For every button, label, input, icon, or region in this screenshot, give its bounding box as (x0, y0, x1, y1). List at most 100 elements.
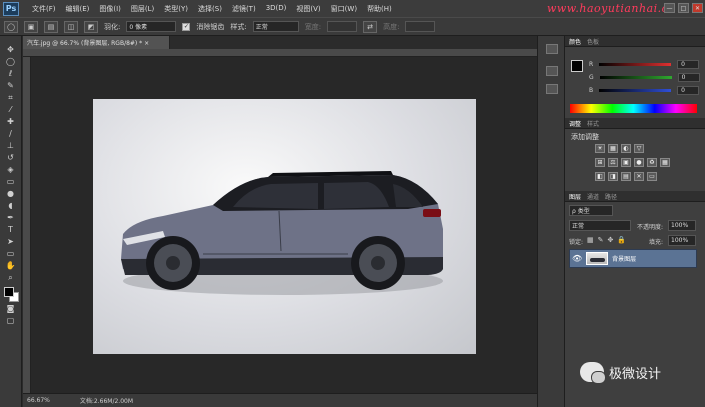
menu-window[interactable]: 窗口(W) (326, 4, 362, 14)
color-fg-swatch[interactable] (571, 60, 583, 72)
antialias-checkbox[interactable]: ✓ (182, 22, 191, 31)
brush-tool-icon[interactable]: ∕ (3, 128, 19, 139)
properties-panel-icon[interactable] (546, 66, 558, 76)
menu-file[interactable]: 文件(F) (27, 4, 61, 14)
path-selection-tool-icon[interactable]: ➤ (3, 236, 19, 247)
lasso-tool-icon[interactable]: ℓ (3, 68, 19, 79)
healing-brush-tool-icon[interactable]: ✚ (3, 116, 19, 127)
black-white-icon[interactable]: ▣ (621, 158, 631, 167)
screen-mode-icon[interactable]: ▢ (3, 315, 19, 326)
blue-value[interactable]: 0 (677, 86, 700, 95)
menu-layer[interactable]: 图层(L) (126, 4, 159, 14)
selective-color-icon[interactable]: ✕ (634, 172, 644, 181)
minimize-icon[interactable]: — (664, 3, 675, 13)
blue-slider[interactable] (599, 89, 672, 92)
posterize-icon[interactable]: ◨ (608, 172, 618, 181)
tab-swatches[interactable]: 色板 (587, 37, 599, 46)
type-tool-icon[interactable]: T (3, 224, 19, 235)
tab-color[interactable]: 颜色 (569, 37, 581, 46)
info-panel-icon[interactable] (546, 84, 558, 94)
menu-help[interactable]: 帮助(H) (362, 4, 397, 14)
history-panel-icon[interactable] (546, 44, 558, 54)
menu-view[interactable]: 视图(V) (291, 4, 325, 14)
eyedropper-tool-icon[interactable]: ⁄ (3, 104, 19, 115)
subtract-selection-icon[interactable]: ◫ (64, 20, 78, 33)
dodge-tool-icon[interactable]: ◖ (3, 200, 19, 211)
eye-icon[interactable]: 👁 (572, 254, 582, 263)
menu-type[interactable]: 类型(Y) (159, 4, 193, 14)
levels-icon[interactable]: ▦ (608, 144, 618, 153)
eraser-tool-icon[interactable]: ◈ (3, 164, 19, 175)
height-input[interactable] (405, 21, 436, 32)
gradient-tool-icon[interactable]: ▭ (3, 176, 19, 187)
tab-adjustments[interactable]: 调整 (569, 119, 581, 128)
green-value[interactable]: 0 (677, 73, 700, 82)
menu-filter[interactable]: 滤镜(T) (227, 4, 261, 14)
opacity-input[interactable]: 100% (668, 220, 696, 231)
layer-filter-select[interactable]: ρ 类型 (569, 205, 613, 216)
zoom-tool-icon[interactable]: ⌕ (3, 272, 19, 283)
photo-filter-icon[interactable]: ● (634, 158, 644, 167)
quick-mask-icon[interactable]: ◙ (3, 303, 19, 314)
horizontal-ruler[interactable] (23, 49, 537, 57)
hand-tool-icon[interactable]: ✋ (3, 260, 19, 271)
exposure-icon[interactable]: ◐ (621, 144, 631, 153)
tab-channels[interactable]: 通道 (587, 192, 599, 201)
blur-tool-icon[interactable]: ● (3, 188, 19, 199)
fill-input[interactable]: 100% (668, 235, 696, 246)
menu-select[interactable]: 选择(S) (193, 4, 227, 14)
vertical-ruler[interactable] (23, 57, 31, 393)
layer-row[interactable]: 👁 背景图层 (569, 249, 697, 268)
green-slider[interactable] (599, 76, 672, 79)
layers-panel-header: 图层 通道 路径 (565, 191, 705, 202)
document-image[interactable] (93, 99, 476, 354)
tools-panel: ✥ ◯ ℓ ✎ ⌗ ⁄ ✚ ∕ ⊥ ↺ ◈ ▭ ● ◖ ✒ T ➤ ▭ ✋ ⌕ … (0, 36, 22, 407)
document-tab[interactable]: 汽车.jpg @ 66.7% (背景图层, RGB/8#) * × (23, 36, 170, 49)
tab-styles[interactable]: 样式 (587, 119, 599, 128)
channel-mixer-icon[interactable]: ♻ (647, 158, 657, 167)
zoom-level[interactable]: 66.67% (27, 397, 50, 404)
color-balance-icon[interactable]: ⚖ (608, 158, 618, 167)
document-size[interactable]: 文档:2.66M/2.00M (80, 396, 133, 405)
new-selection-icon[interactable]: ▣ (24, 20, 38, 33)
menu-3d[interactable]: 3D(D) (261, 4, 292, 14)
threshold-icon[interactable]: ▤ (621, 172, 631, 181)
move-tool-icon[interactable]: ✥ (3, 44, 19, 55)
layer-name[interactable]: 背景图层 (612, 254, 636, 263)
ellipse-marquee-icon[interactable]: ◯ (4, 20, 18, 33)
vibrance-icon[interactable]: ▽ (634, 144, 644, 153)
adjustment-row-3: ◧ ◨ ▤ ✕ ▭ (595, 172, 657, 181)
feather-input[interactable]: 0 像素 (126, 21, 177, 32)
tab-paths[interactable]: 路径 (605, 192, 617, 201)
brightness-icon[interactable]: ☀ (595, 144, 605, 153)
history-brush-tool-icon[interactable]: ↺ (3, 152, 19, 163)
red-value[interactable]: 0 (677, 60, 700, 69)
lock-icons[interactable]: ▦✎✥🔒 (587, 236, 630, 244)
hue-saturation-icon[interactable]: ⊞ (595, 158, 605, 167)
style-select[interactable]: 正常 (252, 21, 299, 32)
tab-layers[interactable]: 图层 (569, 192, 581, 201)
pen-tool-icon[interactable]: ✒ (3, 212, 19, 223)
clone-stamp-tool-icon[interactable]: ⊥ (3, 140, 19, 151)
blend-mode-select[interactable]: 正常 (569, 220, 631, 231)
width-input[interactable] (327, 21, 358, 32)
color-swatches[interactable] (2, 286, 20, 302)
rectangle-tool-icon[interactable]: ▭ (3, 248, 19, 259)
invert-icon[interactable]: ◧ (595, 172, 605, 181)
foreground-color-swatch[interactable] (3, 287, 14, 297)
add-selection-icon[interactable]: ▤ (44, 20, 58, 33)
add-adjustment-title: 添加调整 (571, 133, 599, 141)
quick-selection-tool-icon[interactable]: ✎ (3, 80, 19, 91)
swap-dimensions-icon[interactable]: ⇄ (363, 20, 378, 33)
maximize-icon[interactable]: □ (678, 3, 689, 13)
color-lookup-icon[interactable]: ▦ (660, 158, 670, 167)
menu-image[interactable]: 图像(I) (94, 4, 126, 14)
gradient-map-icon[interactable]: ▭ (647, 172, 657, 181)
crop-tool-icon[interactable]: ⌗ (3, 92, 19, 103)
color-spectrum[interactable] (570, 104, 697, 113)
red-slider[interactable] (599, 63, 672, 66)
close-icon[interactable]: ✕ (692, 3, 703, 13)
ellipse-marquee-tool-icon[interactable]: ◯ (3, 56, 19, 67)
menu-edit[interactable]: 编辑(E) (61, 4, 95, 14)
intersect-selection-icon[interactable]: ◩ (84, 20, 98, 33)
